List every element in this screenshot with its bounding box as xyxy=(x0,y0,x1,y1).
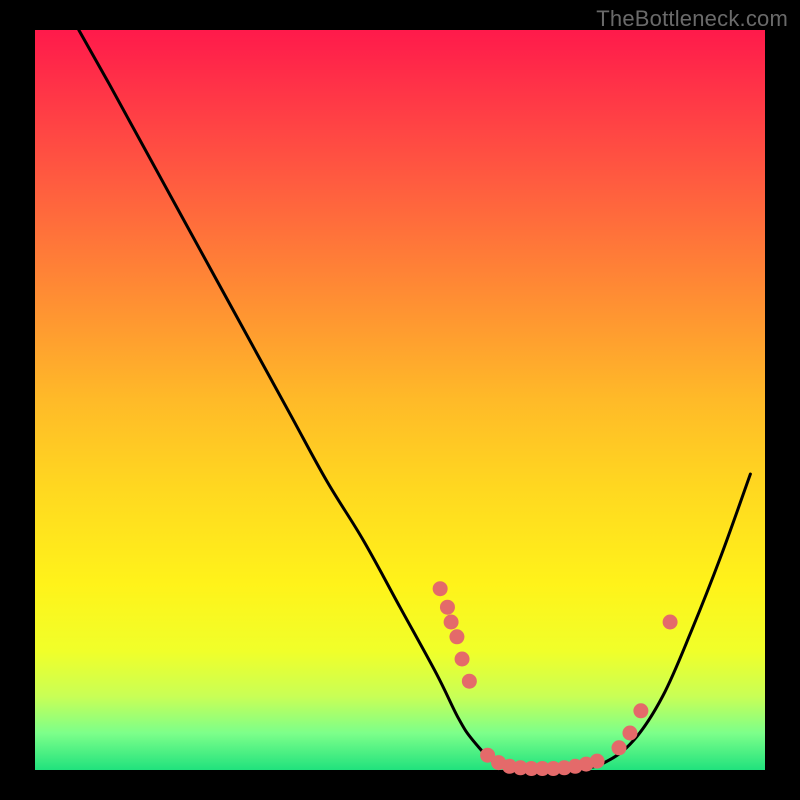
data-point xyxy=(612,740,627,755)
data-point xyxy=(633,703,648,718)
data-point xyxy=(449,629,464,644)
data-point xyxy=(622,726,637,741)
data-point xyxy=(590,754,605,769)
watermark-text: TheBottleneck.com xyxy=(596,6,788,32)
data-point xyxy=(462,674,477,689)
chart-frame: TheBottleneck.com xyxy=(0,0,800,800)
data-point xyxy=(440,600,455,615)
plot-background xyxy=(35,30,765,770)
bottleneck-chart xyxy=(0,0,800,800)
data-point xyxy=(433,581,448,596)
data-point xyxy=(455,652,470,667)
data-point xyxy=(444,615,459,630)
data-point xyxy=(663,615,678,630)
